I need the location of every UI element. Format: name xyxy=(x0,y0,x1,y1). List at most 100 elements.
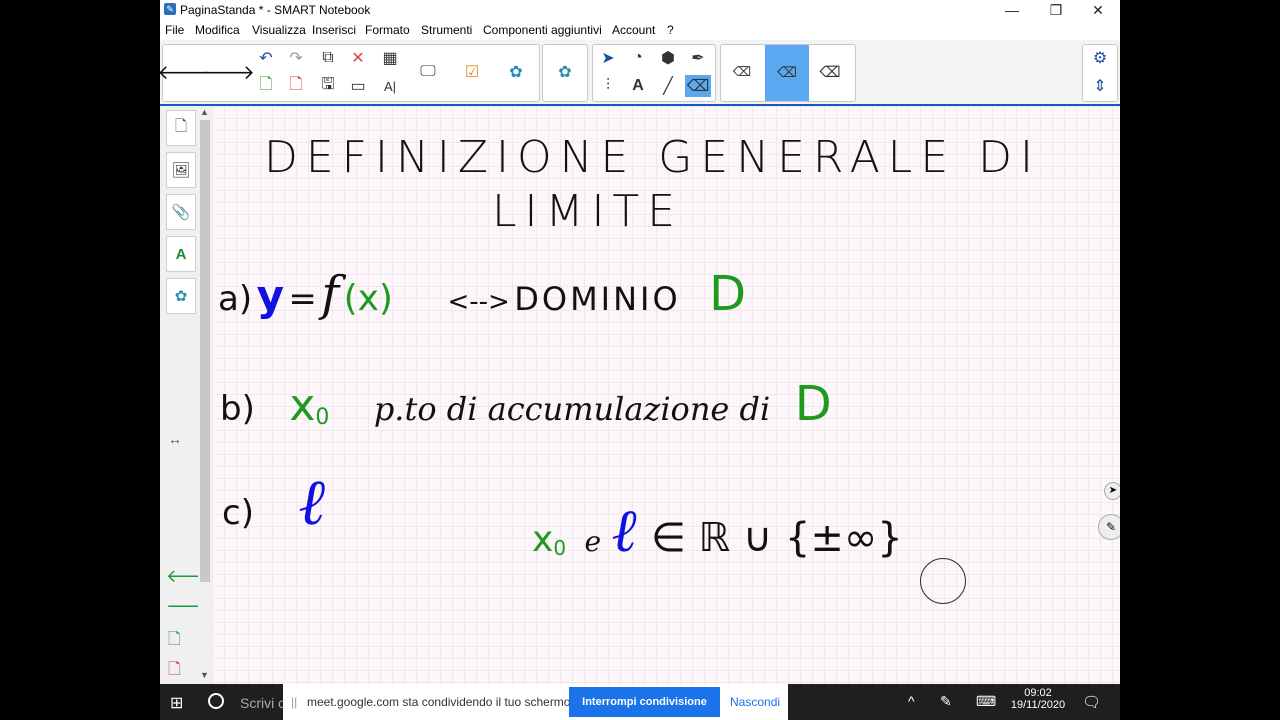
notification-icon[interactable]: 🗨 xyxy=(1082,693,1101,711)
windows-start-icon[interactable]: ⊞ xyxy=(170,693,183,713)
item-a-y: y xyxy=(256,271,284,320)
share-message: meet.google.com sta condividendo il tuo … xyxy=(307,695,574,709)
page-sorter-icon[interactable]: 🗋 xyxy=(166,110,196,146)
eraser-large-icon[interactable]: ⌫ xyxy=(817,61,843,83)
toolbar-group-addons: ✿ xyxy=(542,44,588,102)
windows-taskbar: ⊞ Scrivi c || meet.google.com sta condiv… xyxy=(160,684,1120,720)
item-c-condition: x0 e ℓ ∈ ℝ ∪ {±∞} xyxy=(532,496,903,566)
puzzle-icon[interactable]: ✿ xyxy=(503,61,529,83)
item-b-label: b) xyxy=(220,389,255,429)
pen-workspace-icon[interactable]: ✎ xyxy=(940,693,952,710)
screen-shade-icon[interactable]: ▭ xyxy=(345,75,371,97)
item-c2-rest: ∈ ℝ ∪ {±∞} xyxy=(650,515,903,561)
addon-icon[interactable]: ✿ xyxy=(552,61,578,83)
arrow-right-icon[interactable]: 🡒 xyxy=(201,61,255,84)
new-page-icon[interactable]: ⧉ xyxy=(315,47,341,69)
menu-formato[interactable]: Formato xyxy=(365,23,410,37)
item-b-x: x xyxy=(289,380,316,431)
item-a-x: (x) xyxy=(343,278,393,319)
settings-icon[interactable]: ⚙ xyxy=(1087,47,1113,69)
table-icon[interactable]: ▦ xyxy=(377,47,403,69)
add-page-icon[interactable]: 🗋 xyxy=(253,75,279,97)
item-c-label: c) xyxy=(222,493,254,533)
hide-button[interactable]: Nascondi xyxy=(730,695,780,709)
shapes-icon[interactable]: ◔ xyxy=(625,47,651,69)
menu-componenti[interactable]: Componenti aggiuntivi xyxy=(483,23,602,37)
pointer-mode-icon[interactable]: ➤ xyxy=(1104,482,1120,500)
menu-account[interactable]: Account xyxy=(612,23,655,37)
item-c-l: ℓ xyxy=(298,466,326,540)
toolbar-group-tools: ➤ ◔ ⬢ ✒ ⫶ A ╱ ⌫ xyxy=(592,44,716,102)
text-format-icon[interactable]: A| xyxy=(377,75,403,97)
smart-notebook-window: ✎ PaginaStanda * - SMART Notebook — ❐ ✕ … xyxy=(160,0,1120,684)
clock[interactable]: 09:02 19/11/2020 xyxy=(1008,687,1068,711)
app-icon: ✎ xyxy=(164,3,176,15)
item-c2-x: x xyxy=(532,519,554,560)
properties-icon[interactable]: A xyxy=(166,236,196,272)
whiteboard-canvas[interactable]: DEFINIZIONE GENERALE DI LIMITE a) y = f … xyxy=(212,106,1120,684)
delete-icon[interactable]: ✕ xyxy=(345,47,371,69)
attachments-icon[interactable]: 📎 xyxy=(166,194,196,230)
scroll-thumb[interactable] xyxy=(200,120,210,582)
delete-page-side-icon[interactable]: 🗋 xyxy=(168,658,181,684)
item-b-d: D xyxy=(794,376,832,432)
title-line-1: DEFINIZIONE GENERALE DI xyxy=(264,132,1041,183)
cortana-icon[interactable] xyxy=(208,693,224,709)
gallery-icon[interactable]: 🖼 xyxy=(166,152,196,188)
move-toolbar-icon[interactable]: ⇕ xyxy=(1087,75,1113,97)
eraser-medium-button[interactable]: ⌫ xyxy=(765,45,809,101)
toolbar-group-edit: 🡐 🡒 ↶ ↷ ⧉ ✕ ▦ 🗋 🗋 🖫 ▭ A| 🖵 ☑ ✿ xyxy=(160,44,540,102)
menu-bar: File Modifica Visualizza Inserisci Forma… xyxy=(160,20,1120,40)
close-button[interactable]: ✕ xyxy=(1076,0,1120,20)
menu-inserisci[interactable]: Inserisci xyxy=(312,23,356,37)
menu-modifica[interactable]: Modifica xyxy=(195,23,240,37)
item-b-sub: 0 xyxy=(315,405,330,431)
keyboard-icon[interactable]: ⌨ xyxy=(976,693,996,710)
item-a-d: D xyxy=(709,266,747,322)
toolbar-group-settings: ⚙ ⇕ xyxy=(1082,44,1118,102)
title-bar: ✎ PaginaStanda * - SMART Notebook — ❐ ✕ xyxy=(160,0,1120,20)
menu-help[interactable]: ? xyxy=(667,23,674,37)
tray-expand-icon[interactable]: ^ xyxy=(908,693,915,709)
document-camera-icon[interactable]: ☑ xyxy=(459,61,485,83)
scroll-down-icon[interactable]: ▼ xyxy=(200,670,209,680)
item-a-arrow: <--> xyxy=(447,287,510,317)
eraser-small-icon[interactable]: ⌫ xyxy=(729,61,755,83)
eraser-icon[interactable]: ⌫ xyxy=(685,75,711,97)
item-c2-l: ℓ xyxy=(611,496,637,566)
fill-icon[interactable]: ⬢ xyxy=(655,47,681,69)
delete-page-icon[interactable]: 🗋 xyxy=(283,75,309,97)
screen-icon[interactable]: 🖵 xyxy=(415,61,441,83)
item-a-f: f xyxy=(321,266,340,322)
line-icon[interactable]: ╱ xyxy=(655,75,681,97)
window-title: PaginaStanda * - SMART Notebook xyxy=(180,3,371,17)
clock-date: 19/11/2020 xyxy=(1010,699,1066,711)
addons-tab-icon[interactable]: ✿ xyxy=(166,278,196,314)
search-box[interactable]: Scrivi c xyxy=(240,695,285,711)
drag-handle-icon[interactable]: || xyxy=(291,695,297,709)
eraser-cursor xyxy=(920,558,966,604)
menu-strumenti[interactable]: Strumenti xyxy=(421,23,472,37)
undo-icon[interactable]: ↶ xyxy=(253,47,279,69)
text-icon[interactable]: A xyxy=(625,75,651,97)
item-c2-sub: 0 xyxy=(553,536,567,561)
eraser-medium-icon: ⌫ xyxy=(777,63,797,80)
redo-icon[interactable]: ↷ xyxy=(283,47,309,69)
menu-visualizza[interactable]: Visualizza xyxy=(252,23,306,37)
stop-sharing-button[interactable]: Interrompi condivisione xyxy=(569,687,720,717)
add-page-side-icon[interactable]: 🗋 xyxy=(168,628,181,655)
restore-button[interactable]: ❐ xyxy=(1034,0,1078,20)
scroll-up-icon[interactable]: ▲ xyxy=(200,107,209,117)
menu-file[interactable]: File xyxy=(165,23,184,37)
magic-pen-icon[interactable]: ⫶ xyxy=(595,75,621,97)
pen-mode-icon[interactable]: ✎ xyxy=(1098,514,1120,540)
minimize-button[interactable]: — xyxy=(990,0,1034,20)
arrow-left-icon[interactable]: 🡐 xyxy=(160,61,211,84)
resize-sidebar-icon[interactable]: ↔ xyxy=(168,431,182,447)
side-tabs: 🗋 🖼 📎 A ✿ ↔ 🡐 🡒 🗋 🗋 xyxy=(160,106,214,684)
vertical-scrollbar[interactable]: ▲ ▼ xyxy=(198,106,212,684)
save-icon[interactable]: 🖫 xyxy=(315,75,341,97)
pen-icon[interactable]: ✒ xyxy=(685,47,711,69)
item-b-text: p.to di accumulazione di xyxy=(373,390,771,428)
select-icon[interactable]: ➤ xyxy=(595,47,621,69)
